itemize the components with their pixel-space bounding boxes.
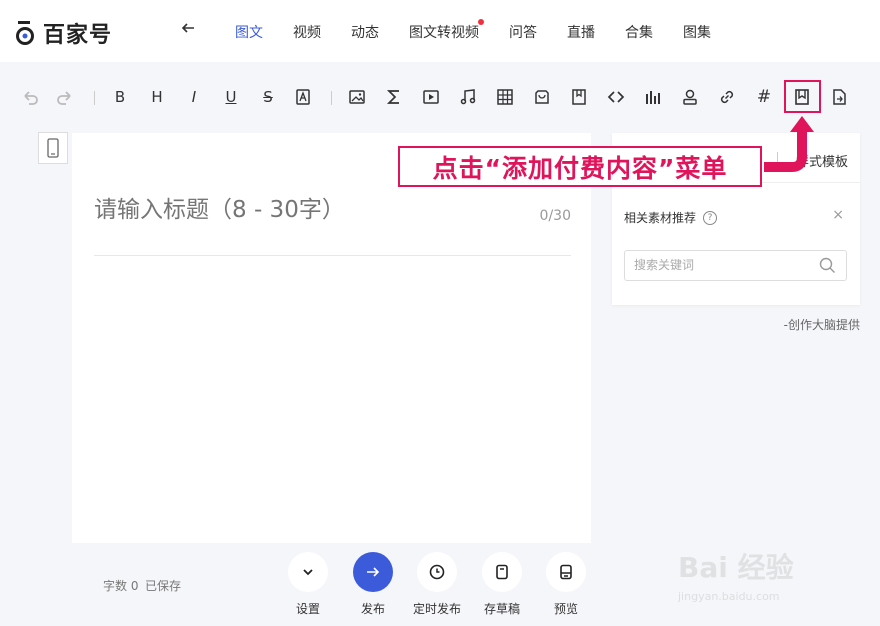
settings-label: 设置 [295, 602, 321, 616]
chevron-down-icon [288, 552, 328, 592]
book-icon[interactable] [568, 86, 590, 108]
editor-area: 0/30 [72, 133, 591, 543]
tab-video[interactable]: 视频 [293, 22, 321, 42]
paid-content-highlight-box [784, 80, 821, 113]
undo-icon[interactable] [19, 86, 41, 108]
word-count: 字数 0 [103, 579, 139, 593]
document-icon[interactable] [828, 86, 850, 108]
tab-article[interactable]: 图文 [235, 22, 263, 42]
save-draft-button[interactable]: 存草稿 [482, 552, 522, 616]
chart-icon[interactable] [642, 86, 664, 108]
annotation-callout: 点击“添加付费内容”菜单 [398, 146, 762, 187]
preview-icon [546, 552, 586, 592]
video-icon[interactable] [420, 86, 442, 108]
toolbar-divider [94, 91, 95, 105]
preview-button[interactable]: 预览 [546, 552, 586, 616]
save-status: 已保存 [145, 579, 182, 593]
scheduled-publish-button[interactable]: 定时发布 [413, 552, 461, 616]
panel-subtitle: 相关素材推荐 ? [624, 209, 718, 226]
annotation-text: 点击“添加付费内容”菜单 [432, 153, 728, 183]
heading-button[interactable]: H [146, 86, 168, 108]
table-icon[interactable] [494, 86, 516, 108]
notification-dot [478, 19, 484, 25]
baidu-jingyan-watermark: Bai 经验 jingyan.baidu.com [678, 538, 838, 608]
tab-collection[interactable]: 合集 [625, 22, 653, 42]
search-icon[interactable] [819, 257, 836, 274]
italic-button[interactable]: I [183, 86, 205, 108]
baijiahao-logo-icon [16, 21, 34, 45]
content-type-tabs: 图文 视频 动态 图文转视频 问答 直播 合集 图集 [235, 19, 741, 42]
user-icon[interactable] [679, 86, 701, 108]
formula-icon[interactable] [383, 86, 405, 108]
help-icon[interactable]: ? [703, 210, 718, 225]
tab-qa[interactable]: 问答 [509, 22, 537, 42]
search-input[interactable] [634, 258, 814, 272]
brand-name: 百家号 [43, 23, 113, 48]
preview-label: 预览 [553, 602, 579, 616]
material-search [624, 250, 847, 281]
link-icon[interactable] [716, 86, 738, 108]
arrow-right-icon [353, 552, 393, 592]
format-clear-icon[interactable] [292, 86, 314, 108]
image-icon[interactable] [346, 86, 368, 108]
tab-article-to-video[interactable]: 图文转视频 [409, 19, 484, 42]
toolbar-divider [331, 91, 332, 105]
draft-icon [482, 552, 522, 592]
mobile-preview-icon[interactable] [38, 132, 68, 164]
title-char-count: 0/30 [539, 208, 571, 224]
underline-button[interactable]: U [220, 86, 242, 108]
close-icon[interactable]: × [832, 207, 844, 223]
bold-button[interactable]: B [109, 86, 131, 108]
music-icon[interactable] [457, 86, 479, 108]
code-icon[interactable] [605, 86, 627, 108]
tab-dynamic[interactable]: 动态 [351, 22, 379, 42]
tab-live[interactable]: 直播 [567, 22, 595, 42]
topic-hash-button[interactable]: # [753, 86, 775, 108]
publish-label: 发布 [360, 602, 386, 616]
tab-gallery[interactable]: 图集 [683, 22, 711, 42]
watermark-url: jingyan.baidu.com [678, 590, 780, 603]
watermark-text: Bai 经验 [678, 551, 794, 584]
arrow-left-icon[interactable] [181, 20, 195, 39]
logo[interactable]: 百家号 [15, 17, 112, 49]
title-input[interactable] [94, 197, 494, 223]
publish-button[interactable]: 发布 [353, 552, 393, 616]
scheduled-publish-label: 定时发布 [412, 602, 462, 616]
tab-article-to-video-label: 图文转视频 [409, 25, 479, 41]
annotation-arrow-icon [764, 116, 814, 172]
related-material-label: 相关素材推荐 [624, 211, 697, 225]
clock-icon [417, 552, 457, 592]
panel-footnote: -创作大脑提供 [783, 318, 860, 332]
editor-toolbar: B H I U S # [0, 62, 880, 132]
shop-icon[interactable] [531, 86, 553, 108]
save-draft-label: 存草稿 [483, 602, 521, 616]
settings-button[interactable]: 设置 [288, 552, 328, 616]
redo-icon[interactable] [54, 86, 76, 108]
top-navigation: 百家号 图文 视频 动态 图文转视频 问答 直播 合集 图集 [0, 0, 880, 62]
strikethrough-button[interactable]: S [257, 86, 279, 108]
title-divider [94, 255, 571, 256]
